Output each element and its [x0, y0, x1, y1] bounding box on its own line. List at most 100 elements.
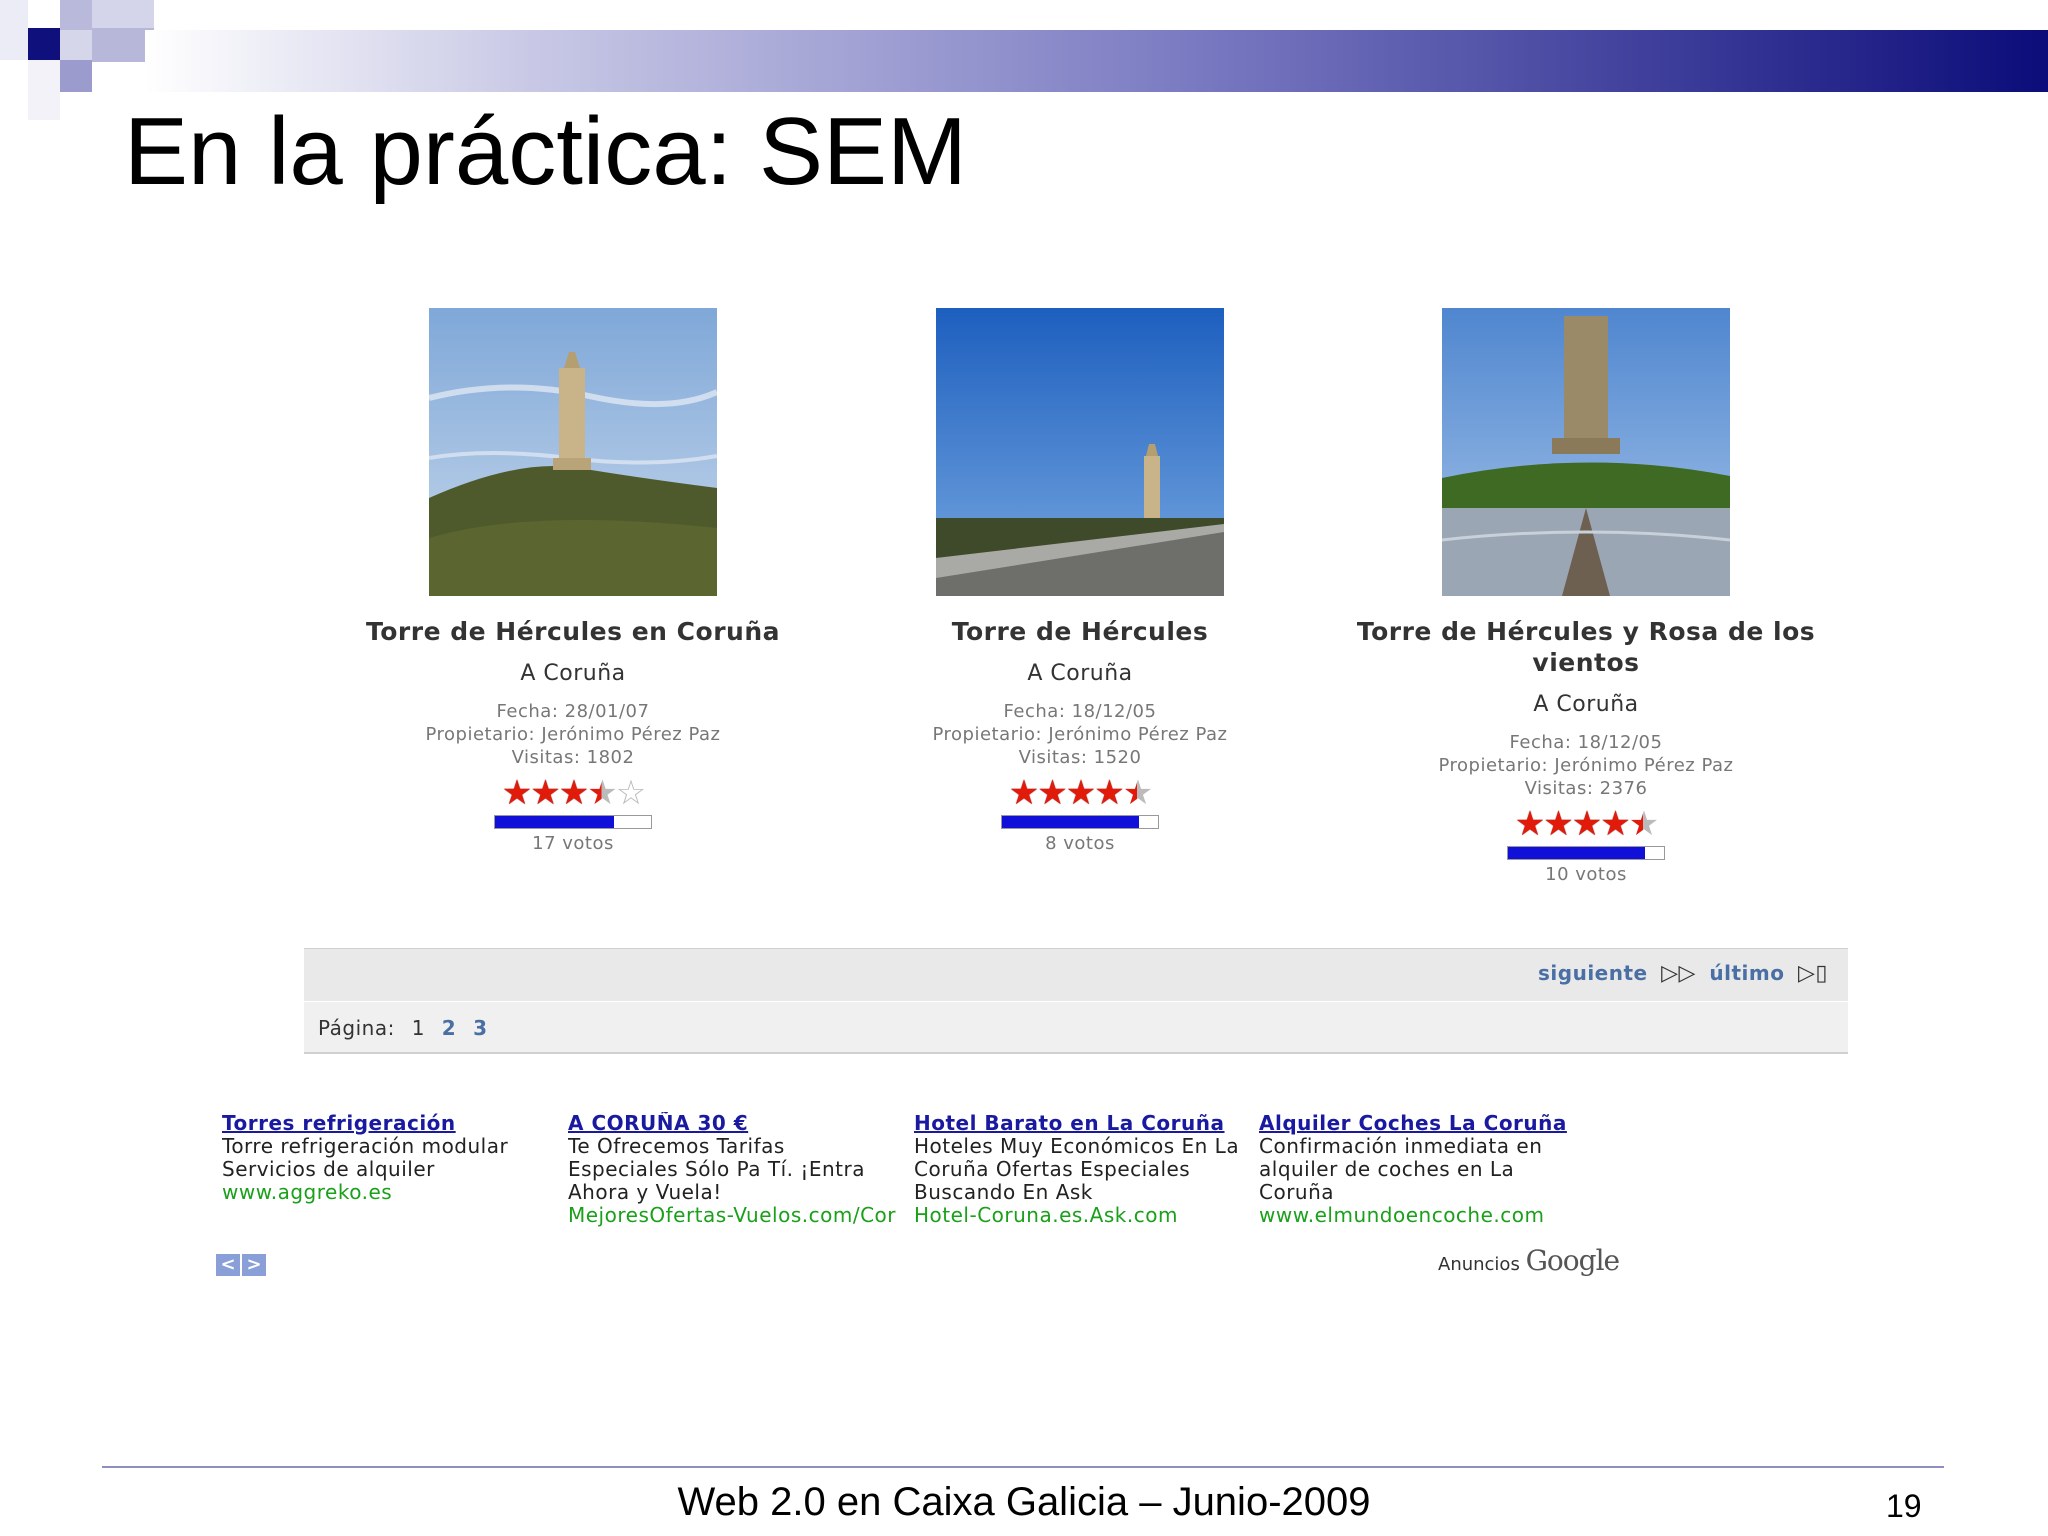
rating-stars[interactable]: ★★★★☆ [502, 773, 647, 813]
star-half-icon[interactable]: ★ [587, 773, 618, 813]
photo-location: A Coruña [1533, 692, 1639, 717]
prev-icon[interactable]: < [216, 1254, 240, 1276]
ad-text: Coruña Ofertas Especiales [914, 1157, 1191, 1181]
photo-thumbnail[interactable] [429, 308, 717, 596]
ad-text: Torre refrigeración modular [222, 1134, 509, 1158]
pager-next-group: siguiente ▷▷ último ▷▯ [1532, 961, 1828, 986]
ad-block: Alquiler Coches La Coruña Confirmación i… [1259, 1112, 1599, 1227]
pager-page-label: Página: [318, 1016, 395, 1040]
ad-title-link[interactable]: Torres refrigeración [222, 1112, 562, 1135]
ad-text: Coruña [1259, 1180, 1335, 1204]
photo-visits: Visitas: 1802 [511, 747, 635, 768]
photo-date: Fecha: 18/12/05 [1003, 701, 1157, 722]
photo-owner: Propietario: Jerónimo Pérez Paz [1438, 755, 1734, 776]
google-logo: Google [1525, 1244, 1621, 1277]
photo-owner: Propietario: Jerónimo Pérez Paz [932, 724, 1228, 745]
pager-last-link[interactable]: último [1709, 961, 1784, 985]
star-empty-icon[interactable]: ☆ [616, 773, 647, 813]
photo-location: A Coruña [520, 661, 626, 686]
star-full-icon[interactable]: ★ [1515, 804, 1546, 844]
vote-count: 10 votos [1545, 864, 1627, 885]
vote-count: 17 votos [532, 833, 614, 854]
rating-bar [1507, 846, 1665, 860]
header-gradient-bar [145, 30, 2048, 92]
photo-owner: Propietario: Jerónimo Pérez Paz [425, 724, 721, 745]
header-decoration [92, 0, 154, 28]
star-full-icon[interactable]: ★ [502, 773, 533, 813]
ad-title-link[interactable]: Hotel Barato en La Coruña [914, 1112, 1254, 1135]
ad-text: Ahora y Vuela! [568, 1180, 722, 1204]
ad-text: Servicios de alquiler [222, 1157, 435, 1181]
star-half-icon[interactable]: ★ [1629, 804, 1660, 844]
pager-pages: Página: 1 2 3 [318, 1016, 488, 1040]
pager-page-link[interactable]: 2 [442, 1016, 456, 1040]
pager-page-link[interactable]: 3 [473, 1016, 487, 1040]
star-full-icon[interactable]: ★ [1600, 804, 1631, 844]
ad-block: A CORUÑA 30 € Te Ofrecemos Tarifas Espec… [568, 1112, 908, 1227]
star-full-icon[interactable]: ★ [530, 773, 561, 813]
photo-title[interactable]: Torre de Hércules en Coruña [313, 616, 833, 647]
photo-title[interactable]: Torre de Hércules y Rosa de los vientos [1326, 616, 1846, 678]
ads-by-label: Anuncios [1438, 1254, 1520, 1275]
footer-divider [102, 1466, 1944, 1468]
vote-count: 8 votos [1045, 833, 1115, 854]
photo-date: Fecha: 28/01/07 [496, 701, 650, 722]
rating-stars[interactable]: ★★★★★ [1009, 773, 1154, 813]
rating-bar [1001, 815, 1159, 829]
photo-title[interactable]: Torre de Hércules [820, 616, 1340, 647]
star-half-icon[interactable]: ★ [1123, 773, 1154, 813]
rating-bar-fill [495, 816, 614, 828]
photo-card: Torre de Hércules y Rosa de los vientos … [1326, 308, 1846, 885]
ad-text: Buscando En Ask [914, 1180, 1093, 1204]
photo-visits: Visitas: 1520 [1018, 747, 1142, 768]
slide-page-number: 19 [1886, 1488, 1922, 1524]
next-icon[interactable]: ▷▷ [1661, 961, 1696, 986]
rating-bar [494, 815, 652, 829]
rating-stars[interactable]: ★★★★★ [1515, 804, 1660, 844]
star-full-icon[interactable]: ★ [1066, 773, 1097, 813]
ad-text: alquiler de coches en La [1259, 1157, 1515, 1181]
pager-next-link[interactable]: siguiente [1538, 961, 1648, 985]
slide-title: En la práctica: SEM [124, 98, 967, 205]
ad-text: Te Ofrecemos Tarifas [568, 1134, 785, 1158]
photo-date: Fecha: 18/12/05 [1509, 732, 1663, 753]
photo-card: Torre de Hércules en Coruña A Coruña Fec… [313, 308, 833, 854]
photo-card: Torre de Hércules A Coruña Fecha: 18/12/… [820, 308, 1340, 854]
ad-block: Torres refrigeración Torre refrigeración… [222, 1112, 562, 1204]
ad-title-link[interactable]: Alquiler Coches La Coruña [1259, 1112, 1599, 1135]
header-decoration [28, 28, 60, 60]
pager-page-current: 1 [411, 1016, 425, 1040]
star-full-icon[interactable]: ★ [1037, 773, 1068, 813]
star-full-icon[interactable]: ★ [1572, 804, 1603, 844]
ad-text: Especiales Sólo Pa Tí. ¡Entra [568, 1157, 865, 1181]
ad-text: Confirmación inmediata en [1259, 1134, 1543, 1158]
star-full-icon[interactable]: ★ [559, 773, 590, 813]
photo-thumbnail[interactable] [936, 308, 1224, 596]
header-decoration [0, 0, 28, 60]
header-decoration [28, 60, 60, 120]
header-decoration [60, 0, 92, 30]
photo-thumbnail[interactable] [1442, 308, 1730, 596]
rating-bar-fill [1002, 816, 1140, 828]
rating-bar-fill [1508, 847, 1646, 859]
photo-visits: Visitas: 2376 [1524, 778, 1648, 799]
star-full-icon[interactable]: ★ [1009, 773, 1040, 813]
pager-nav-bar: siguiente ▷▷ último ▷▯ [304, 948, 1848, 1001]
ads-by-google[interactable]: Anuncios Google [1438, 1244, 1621, 1277]
ad-title-link[interactable]: A CORUÑA 30 € [568, 1112, 908, 1135]
next-icon[interactable]: > [242, 1254, 266, 1276]
star-full-icon[interactable]: ★ [1543, 804, 1574, 844]
ad-url[interactable]: MejoresOfertas-Vuelos.com/Cor [568, 1204, 908, 1227]
ad-carousel-nav: < > [216, 1254, 266, 1276]
star-full-icon[interactable]: ★ [1094, 773, 1125, 813]
slide-footer: Web 2.0 en Caixa Galicia – Junio-2009 [677, 1480, 1371, 1524]
last-icon[interactable]: ▷▯ [1798, 961, 1828, 986]
ad-block: Hotel Barato en La Coruña Hoteles Muy Ec… [914, 1112, 1254, 1227]
ad-url[interactable]: www.aggreko.es [222, 1181, 562, 1204]
ad-url[interactable]: Hotel-Coruna.es.Ask.com [914, 1204, 1254, 1227]
header-decoration [60, 60, 92, 92]
photo-location: A Coruña [1027, 661, 1133, 686]
ad-url[interactable]: www.elmundoencoche.com [1259, 1204, 1599, 1227]
header-decoration [60, 30, 92, 60]
ad-text: Hoteles Muy Económicos En La [914, 1134, 1240, 1158]
